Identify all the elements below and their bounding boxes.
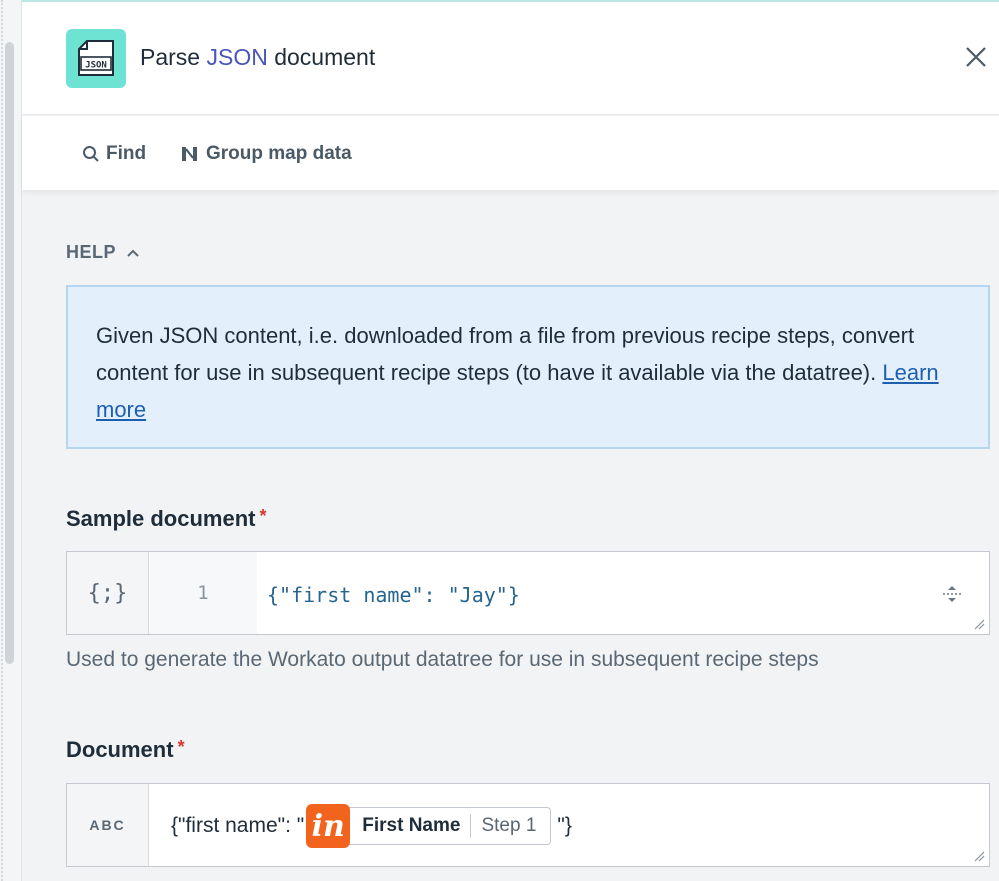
document-input[interactable]: ABC {"first name": " in First Name Step … — [66, 783, 990, 867]
chevron-up-icon — [127, 249, 139, 257]
required-mark: * — [259, 506, 267, 526]
expand-icon[interactable] — [941, 582, 963, 606]
help-toggle[interactable]: HELP — [66, 242, 140, 263]
code-type-icon: {;} — [67, 552, 149, 634]
svg-text:JSON: JSON — [85, 61, 107, 71]
step-config-panel: JSON Parse JSON document Find Group map … — [22, 0, 999, 881]
document-suffix: "} — [557, 814, 572, 837]
line-number: 1 — [149, 552, 257, 634]
group-map-label: Group map data — [206, 143, 352, 164]
sample-document-editor[interactable]: {;} 1 {"first name": "Jay"} — [66, 551, 990, 635]
datapill-first-name[interactable]: in First Name Step 1 — [306, 804, 552, 848]
find-label: Find — [106, 143, 147, 164]
help-text: Given JSON content, i.e. downloaded from… — [96, 323, 915, 385]
title-accent: JSON — [206, 44, 268, 70]
document-value[interactable]: {"first name": " in First Name Step 1 "} — [171, 804, 572, 848]
sample-document-value[interactable]: {"first name": "Jay"} — [267, 583, 520, 607]
datapill-body: First Name Step 1 — [348, 807, 552, 845]
document-prefix: {"first name": " — [171, 814, 305, 837]
page-title: Parse JSON document — [140, 44, 376, 70]
datapill-divider — [470, 814, 472, 838]
app-logo-icon: in — [306, 804, 351, 848]
document-label: Document * — [66, 737, 185, 762]
datapill-step: Step 1 — [481, 815, 537, 836]
document-shape: JSON — [78, 40, 114, 76]
help-toggle-label: HELP — [66, 242, 117, 262]
sample-document-hint: Used to generate the Workato output data… — [66, 648, 819, 671]
left-gutter — [0, 0, 22, 881]
scrollbar-thumb[interactable] — [5, 42, 14, 664]
json-document-icon: JSON — [66, 29, 126, 88]
group-map-data-button[interactable]: Group map data — [180, 142, 352, 166]
close-icon[interactable] — [961, 42, 991, 72]
panel-header: JSON Parse JSON document — [22, 2, 999, 115]
group-map-icon — [182, 147, 197, 161]
gutter-dots — [1, 0, 3, 881]
find-button[interactable]: Find — [82, 142, 146, 166]
toolbar: Find Group map data — [22, 116, 999, 190]
resize-handle-icon[interactable] — [973, 618, 985, 630]
datapill-name: First Name — [362, 815, 461, 836]
text-type-icon: ABC — [67, 784, 149, 866]
sample-document-label: Sample document * — [66, 506, 267, 531]
required-mark: * — [177, 737, 185, 757]
resize-handle-icon[interactable] — [973, 850, 985, 862]
help-box: Given JSON content, i.e. downloaded from… — [66, 285, 990, 449]
search-icon — [83, 146, 99, 162]
